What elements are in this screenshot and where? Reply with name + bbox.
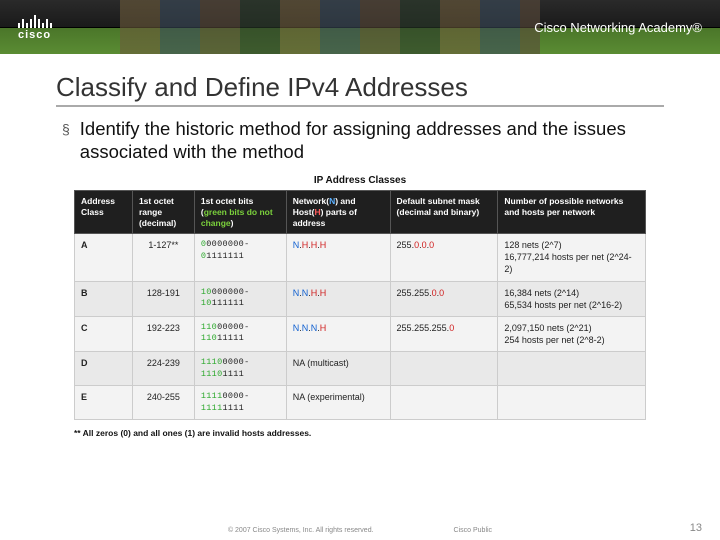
cell-bits: 11100000-11101111: [194, 352, 286, 386]
ip-classes-figure: IP Address Classes Address Class 1st oct…: [74, 175, 646, 438]
cell-range: 192-223: [132, 316, 194, 351]
cisco-logo: cisco: [18, 14, 52, 41]
th-mask: Default subnet mask (decimal and binary): [390, 191, 498, 234]
ip-classes-table: Address Class 1st octet range (decimal) …: [74, 190, 646, 420]
th-bits: 1st octet bits (green bits do not change…: [194, 191, 286, 234]
table-row: E240-25511110000-11111111NA (experimenta…: [75, 386, 646, 420]
cell-class: B: [75, 281, 133, 316]
cell-mask: 255.0.0.0: [390, 234, 498, 281]
table-header-row: Address Class 1st octet range (decimal) …: [75, 191, 646, 234]
cisco-bars-icon: [18, 14, 52, 28]
cell-nh: N.N.N.H: [286, 316, 390, 351]
cell-bits: 10000000-10111111: [194, 281, 286, 316]
cell-class: D: [75, 352, 133, 386]
cell-class: C: [75, 316, 133, 351]
cell-class: A: [75, 234, 133, 281]
cell-range: 128-191: [132, 281, 194, 316]
table-row: C192-22311000000-11011111N.N.N.H255.255.…: [75, 316, 646, 351]
cell-nh: N.N.H.H: [286, 281, 390, 316]
header-band: cisco Cisco Networking Academy®: [0, 0, 720, 54]
cell-mask: [390, 386, 498, 420]
cell-range: 224-239: [132, 352, 194, 386]
cell-bits: 11000000-11011111: [194, 316, 286, 351]
cell-nh: NA (multicast): [286, 352, 390, 386]
cell-count: 128 nets (2^7) 16,777,214 hosts per net …: [498, 234, 646, 281]
bullet-icon: §: [62, 121, 70, 163]
cell-class: E: [75, 386, 133, 420]
header-photo-strip: [120, 0, 540, 54]
content-area: Classify and Define IPv4 Addresses § Ide…: [0, 54, 720, 438]
footer-copyright: © 2007 Cisco Systems, Inc. All rights re…: [228, 527, 374, 534]
th-class: Address Class: [75, 191, 133, 234]
cell-count: [498, 352, 646, 386]
cell-mask: 255.255.0.0: [390, 281, 498, 316]
cell-nh: N.H.H.H: [286, 234, 390, 281]
cell-range: 1-127**: [132, 234, 194, 281]
cell-count: 16,384 nets (2^14) 65,534 hosts per net …: [498, 281, 646, 316]
cisco-wordmark: cisco: [18, 29, 51, 41]
th-range: 1st octet range (decimal): [132, 191, 194, 234]
footer: © 2007 Cisco Systems, Inc. All rights re…: [0, 527, 720, 534]
cell-count: [498, 386, 646, 420]
figure-title: IP Address Classes: [74, 175, 646, 186]
cell-bits: 11110000-11111111: [194, 386, 286, 420]
th-count: Number of possible networks and hosts pe…: [498, 191, 646, 234]
cell-mask: [390, 352, 498, 386]
table-row: D224-23911100000-11101111NA (multicast): [75, 352, 646, 386]
cell-nh: NA (experimental): [286, 386, 390, 420]
bullet-text: Identify the historic method for assigni…: [80, 117, 664, 163]
footer-label: Cisco Public: [454, 527, 493, 534]
cell-range: 240-255: [132, 386, 194, 420]
page-number: 13: [690, 522, 702, 534]
cell-mask: 255.255.255.0: [390, 316, 498, 351]
table-row: B128-19110000000-10111111N.N.H.H255.255.…: [75, 281, 646, 316]
figure-footnote: ** All zeros (0) and all ones (1) are in…: [74, 428, 646, 438]
cell-bits: 00000000-01111111: [194, 234, 286, 281]
academy-text: Cisco Networking Academy®: [534, 20, 702, 35]
cell-count: 2,097,150 nets (2^21) 254 hosts per net …: [498, 316, 646, 351]
th-nh: Network(N) and Host(H) parts of address: [286, 191, 390, 234]
table-body: A1-127**00000000-01111111N.H.H.H255.0.0.…: [75, 234, 646, 420]
bullet-item: § Identify the historic method for assig…: [62, 117, 664, 163]
table-row: A1-127**00000000-01111111N.H.H.H255.0.0.…: [75, 234, 646, 281]
page-title: Classify and Define IPv4 Addresses: [56, 72, 664, 107]
